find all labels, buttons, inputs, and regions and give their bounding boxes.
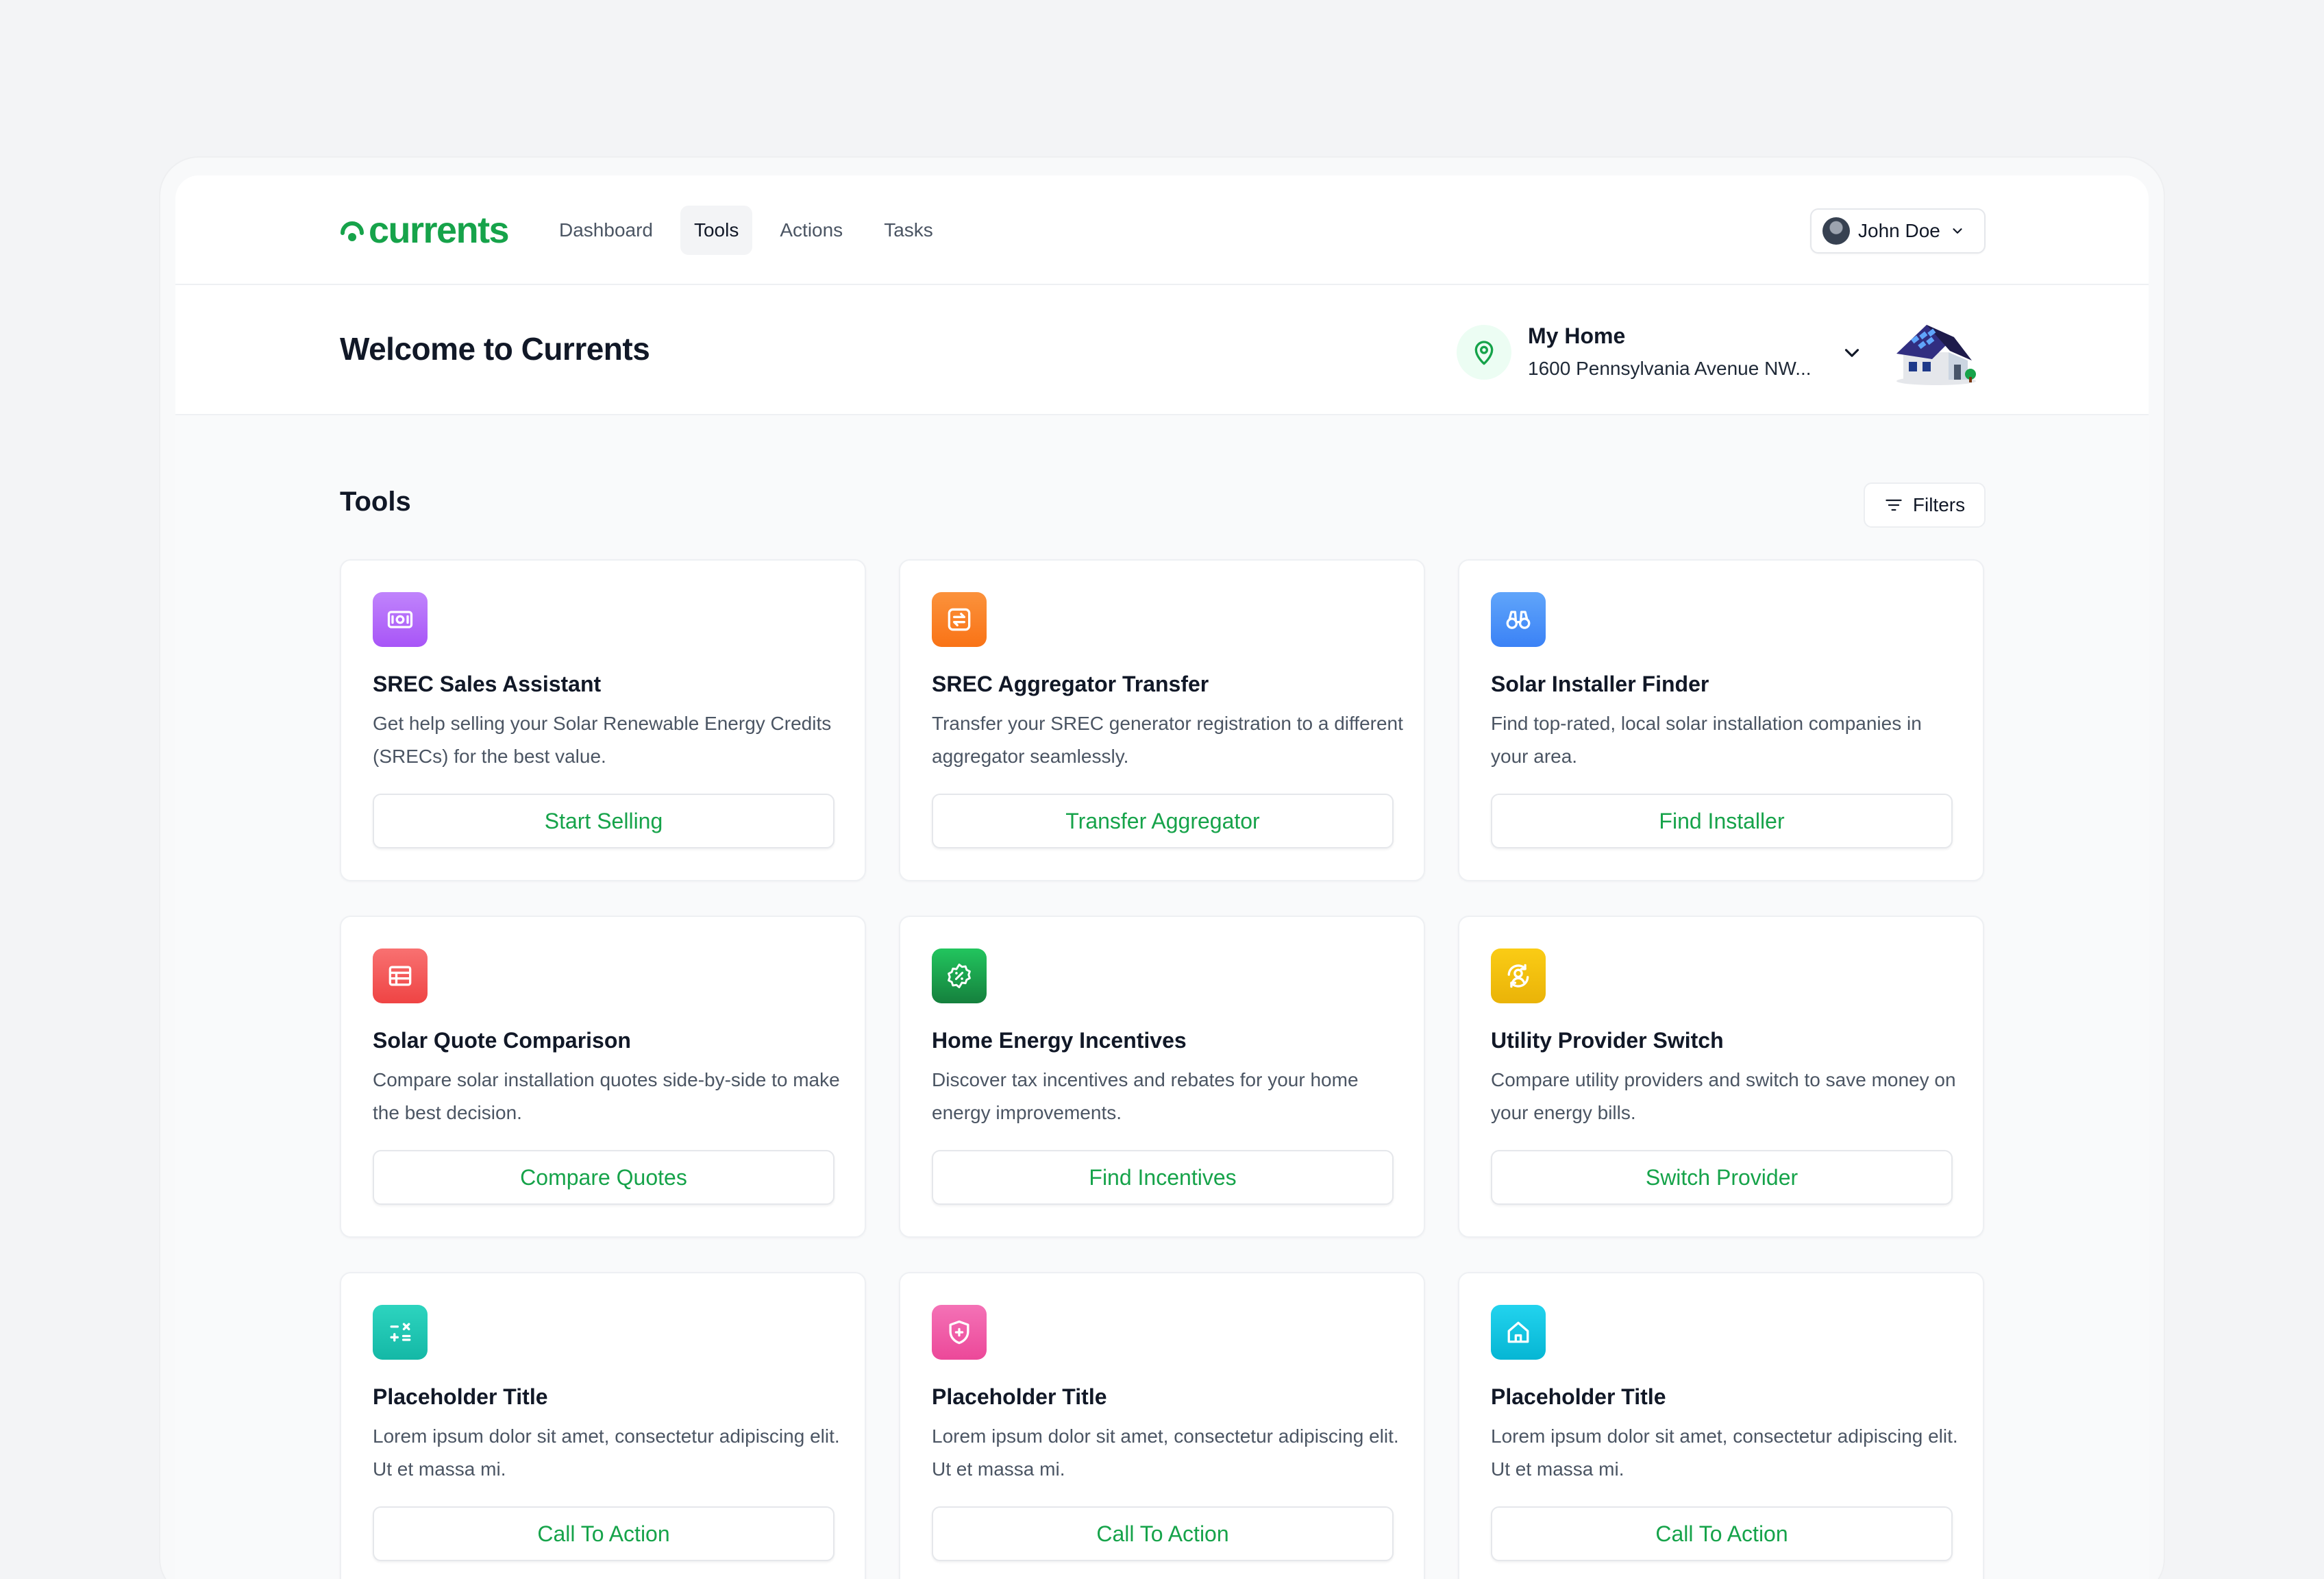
user-name: John Doe xyxy=(1858,220,1940,241)
house-illustration-icon xyxy=(1896,325,1976,385)
user-menu-button[interactable]: John Doe xyxy=(1810,208,1986,254)
tool-icon-tile xyxy=(932,948,987,1003)
tool-card-title: SREC Sales Assistant xyxy=(373,672,602,696)
tool-card-title: Solar Quote Comparison xyxy=(373,1028,631,1053)
start-selling-button[interactable]: Start Selling xyxy=(373,794,835,848)
call-to-action-button[interactable]: Call To Action xyxy=(932,1506,1394,1561)
binoculars-icon xyxy=(1506,611,1531,629)
tool-card: Home Energy Incentives Discover tax ince… xyxy=(899,916,1425,1238)
main-nav: Dashboard Tools Actions Tasks xyxy=(545,206,947,255)
tool-icon-tile xyxy=(373,948,428,1003)
filters-button[interactable]: Filters xyxy=(1864,482,1986,528)
compare-quotes-button[interactable]: Compare Quotes xyxy=(373,1150,835,1205)
tool-card-description: Find top-rated, local solar installation… xyxy=(1491,713,1922,767)
find-incentives-button[interactable]: Find Incentives xyxy=(932,1150,1394,1205)
nav-item-tasks[interactable]: Tasks xyxy=(870,206,947,255)
filter-icon xyxy=(1886,499,1902,511)
tool-card-title: Utility Provider Switch xyxy=(1491,1028,1724,1053)
tool-card: SREC Aggregator Transfer Transfer your S… xyxy=(899,559,1425,881)
tool-card-description: Discover tax incentives and rebates for … xyxy=(932,1069,1359,1123)
tool-card-title: Placeholder Title xyxy=(373,1384,548,1409)
tool-card: Utility Provider Switch Compare utility … xyxy=(1458,916,1984,1238)
tool-card-description: Get help selling your Solar Renewable En… xyxy=(373,713,832,767)
find-installer-button[interactable]: Find Installer xyxy=(1491,794,1953,848)
tool-card-title: Solar Installer Finder xyxy=(1491,672,1709,696)
tool-card-description: Compare utility providers and switch to … xyxy=(1491,1069,1956,1123)
user-switch-icon xyxy=(1507,964,1529,988)
nav-item-dashboard[interactable]: Dashboard xyxy=(545,206,667,255)
chevron-down-icon xyxy=(1953,228,1962,234)
location-pin-icon xyxy=(1474,341,1494,365)
home-icon xyxy=(1507,1321,1529,1343)
home-address: 1600 Pennsylvania Avenue NW... xyxy=(1528,358,1812,379)
tool-icon-tile xyxy=(1491,948,1546,1003)
tool-icon-tile xyxy=(373,1305,428,1360)
tool-card-description: Lorem ipsum dolor sit amet, consectetur … xyxy=(1491,1425,1958,1480)
transfer-aggregator-button[interactable]: Transfer Aggregator xyxy=(932,794,1394,848)
avatar xyxy=(1822,217,1850,245)
tool-card: Placeholder Title Lorem ipsum dolor sit … xyxy=(1458,1272,1984,1579)
brand-logo[interactable]: currents xyxy=(340,210,510,251)
table-icon xyxy=(388,966,412,986)
tool-card: Solar Quote Comparison Compare solar ins… xyxy=(340,916,866,1238)
home-selector[interactable]: My Home 1600 Pennsylvania Avenue NW... xyxy=(1457,321,1991,389)
tool-card-title: Placeholder Title xyxy=(1491,1384,1666,1409)
shield-plus-icon xyxy=(949,1320,969,1345)
tool-icon-tile xyxy=(932,592,987,647)
tool-icon-tile xyxy=(932,1305,987,1360)
calculator-icon xyxy=(390,1323,411,1342)
tool-card: Placeholder Title Lorem ipsum dolor sit … xyxy=(899,1272,1425,1579)
chevron-down-icon[interactable] xyxy=(1840,341,1864,365)
tool-card-title: Placeholder Title xyxy=(932,1384,1107,1409)
tool-card-description: Transfer your SREC generator registratio… xyxy=(932,713,1403,767)
switch-provider-button[interactable]: Switch Provider xyxy=(1491,1150,1953,1205)
tool-card: Placeholder Title Lorem ipsum dolor sit … xyxy=(340,1272,866,1579)
tool-card-title: Home Energy Incentives xyxy=(932,1028,1187,1053)
nav-item-actions[interactable]: Actions xyxy=(766,206,856,255)
discount-badge-icon xyxy=(948,964,971,988)
filters-label: Filters xyxy=(1912,494,1966,515)
tool-icon-tile xyxy=(1491,592,1546,647)
tool-card-description: Lorem ipsum dolor sit amet, consectetur … xyxy=(373,1425,840,1480)
call-to-action-button[interactable]: Call To Action xyxy=(373,1506,835,1561)
call-to-action-button[interactable]: Call To Action xyxy=(1491,1506,1953,1561)
tool-card: Solar Installer Finder Find top-rated, l… xyxy=(1458,559,1984,881)
welcome-header: Welcome to Currents My Home 1600 Pennsyl… xyxy=(175,285,2149,415)
tool-card-title: SREC Aggregator Transfer xyxy=(932,672,1209,696)
tool-card: SREC Sales Assistant Get help selling yo… xyxy=(340,559,866,881)
app-window: currents Dashboard Tools Actions Tasks J… xyxy=(175,175,2149,1579)
money-icon xyxy=(387,611,413,628)
tool-card-description: Compare solar installation quotes side-b… xyxy=(373,1069,840,1123)
home-name: My Home xyxy=(1528,323,1626,348)
logo-mark-icon xyxy=(341,221,364,241)
nav-item-tools[interactable]: Tools xyxy=(680,206,753,255)
page-title: Welcome to Currents xyxy=(340,331,650,367)
section-title: Tools xyxy=(340,487,411,517)
top-navbar: currents Dashboard Tools Actions Tasks J… xyxy=(175,175,2149,285)
location-pin-badge xyxy=(1457,325,1511,380)
brand-name: currents xyxy=(369,210,510,251)
transfer-icon xyxy=(948,608,971,631)
tool-icon-tile xyxy=(373,592,428,647)
tool-card-description: Lorem ipsum dolor sit amet, consectetur … xyxy=(932,1425,1399,1480)
tool-icon-tile xyxy=(1491,1305,1546,1360)
